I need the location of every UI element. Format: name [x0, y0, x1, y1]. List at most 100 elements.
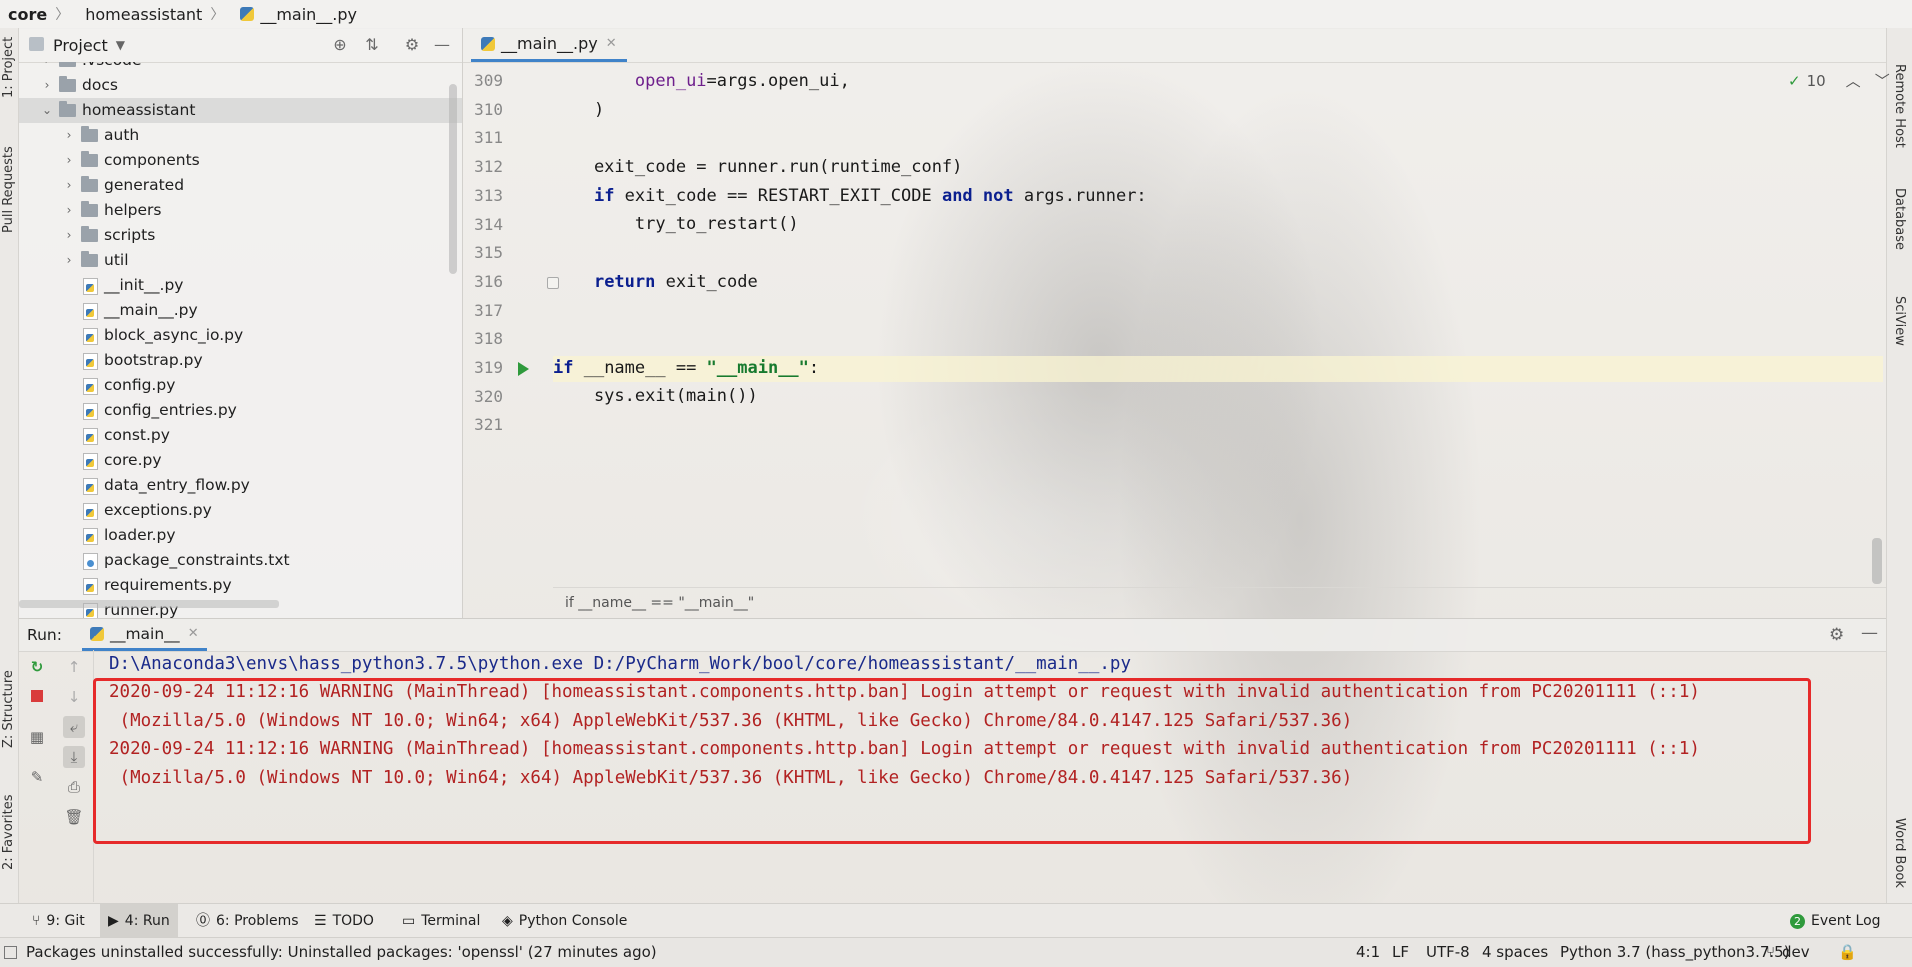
tree-item[interactable]: › helpers [19, 198, 462, 223]
tree-item-label: scripts [104, 226, 156, 244]
database-tool-button[interactable]: Database [1892, 188, 1907, 250]
pull-requests-tool-button[interactable]: Pull Requests [1, 146, 16, 233]
project-tree-scrollbar[interactable] [449, 84, 457, 274]
problems-tool-button[interactable]: ⓪ 6: Problems [188, 904, 307, 938]
run-gutter-icon[interactable] [518, 362, 529, 376]
tree-item[interactable]: exceptions.py [19, 498, 462, 523]
project-view-selector[interactable]: Project [53, 36, 108, 55]
run-tool-button[interactable]: ▶ 4: Run [100, 904, 178, 938]
inspections-widget[interactable]: ✓ 10 ︿ ﹀ [1788, 70, 1890, 91]
tree-item[interactable]: › generated [19, 173, 462, 198]
tree-item[interactable]: ⌄ homeassistant [19, 98, 462, 123]
python-interpreter[interactable]: Python 3.7 (hass_python3.7.5) [1560, 938, 1790, 966]
editor-tab-main-py[interactable]: __main__.py ✕ [471, 28, 627, 62]
chevron-right-icon[interactable]: › [63, 223, 75, 248]
breadcrumb-file[interactable]: __main__.py [240, 5, 357, 24]
tree-item[interactable]: __init__.py [19, 273, 462, 298]
lock-icon[interactable]: 🔒 [1838, 938, 1857, 966]
word-book-tool-button[interactable]: Word Book [1892, 818, 1907, 888]
chevron-down-icon[interactable]: ⌄ [41, 98, 53, 123]
chevron-down-icon[interactable]: ﹀ [1875, 70, 1890, 91]
gear-icon[interactable]: ⚙ [403, 36, 421, 54]
right-tool-stripe: Remote Host Database SciView Word Book [1886, 28, 1912, 904]
chevron-right-icon[interactable]: › [63, 173, 75, 198]
chevron-right-icon[interactable]: › [63, 148, 75, 173]
favorites-tool-button[interactable]: 2: Favorites [1, 794, 16, 870]
chevron-right-icon[interactable]: › [63, 123, 75, 148]
project-tool-button[interactable]: 1: Project [1, 37, 16, 98]
tree-item-label: block_async_io.py [104, 326, 244, 344]
line-separator[interactable]: LF [1392, 938, 1409, 966]
breadcrumb-folder[interactable]: homeassistant [85, 5, 202, 24]
tree-item-label: loader.py [104, 526, 176, 544]
gear-icon[interactable]: ⚙ [1829, 625, 1844, 645]
soft-wrap-icon[interactable]: ⤶ [63, 716, 85, 738]
down-arrow-icon[interactable]: ↓ [63, 686, 85, 708]
file-encoding[interactable]: UTF-8 [1426, 938, 1470, 966]
project-tree-horizontal-scrollbar[interactable] [19, 600, 279, 608]
collapse-all-icon[interactable]: ⇅ [363, 36, 381, 54]
tree-item[interactable]: bootstrap.py [19, 348, 462, 373]
rerun-icon[interactable]: ↻ [26, 656, 48, 678]
editor-breadcrumb[interactable]: if __name__ == "__main__" [553, 587, 1886, 617]
terminal-tool-button[interactable]: ▭ Terminal [394, 904, 488, 938]
chevron-right-icon[interactable]: › [41, 62, 53, 73]
folder-icon [81, 151, 98, 167]
hide-panel-icon[interactable]: — [1861, 623, 1878, 643]
chevron-right-icon[interactable]: › [41, 73, 53, 98]
tree-item[interactable]: block_async_io.py [19, 323, 462, 348]
chevron-down-icon[interactable]: ▼ [116, 38, 125, 52]
python-file-icon [83, 503, 98, 520]
git-tool-button[interactable]: ⑂ 9: Git [24, 904, 93, 938]
left-tool-stripe: 1: Project Pull Requests Z: Structure 2:… [0, 28, 19, 904]
run-tab-main[interactable]: __main__ ✕ [81, 619, 207, 651]
tree-item[interactable]: › scripts [19, 223, 462, 248]
tree-item[interactable]: data_entry_flow.py [19, 473, 462, 498]
scroll-to-end-icon[interactable]: ⤓ [63, 746, 85, 768]
python-file-icon [89, 626, 104, 641]
structure-tool-button[interactable]: Z: Structure [1, 670, 16, 748]
todo-tool-button[interactable]: ☰ TODO [306, 904, 382, 938]
python-console-tool-button[interactable]: ◈ Python Console [494, 904, 635, 938]
editor-scrollbar[interactable] [1872, 538, 1882, 584]
tree-item[interactable]: config_entries.py [19, 398, 462, 423]
chevron-up-icon[interactable]: ︿ [1846, 70, 1861, 91]
tree-item[interactable]: › auth [19, 123, 462, 148]
tree-item[interactable]: core.py [19, 448, 462, 473]
trash-icon[interactable]: 🗑 [63, 806, 85, 828]
locate-file-icon[interactable]: ⊕ [331, 36, 349, 54]
sciview-tool-button[interactable]: SciView [1892, 296, 1907, 346]
close-icon[interactable]: ✕ [188, 626, 199, 641]
tree-item[interactable]: › .vscode [19, 62, 462, 73]
tree-item[interactable]: › docs [19, 73, 462, 98]
close-icon[interactable]: ✕ [606, 36, 617, 51]
status-message[interactable]: Packages uninstalled successfully: Unins… [26, 938, 657, 966]
tree-item[interactable]: loader.py [19, 523, 462, 548]
hide-panel-icon[interactable]: — [433, 36, 451, 54]
tree-item[interactable]: config.py [19, 373, 462, 398]
tree-item[interactable]: __main__.py [19, 298, 462, 323]
remote-host-tool-button[interactable]: Remote Host [1892, 64, 1907, 148]
line-number: 315 [474, 243, 503, 263]
indent-setting[interactable]: 4 spaces [1482, 938, 1548, 966]
git-branch[interactable]: dev [1782, 938, 1810, 966]
event-log-tool-button[interactable]: 2 Event Log [1782, 904, 1889, 938]
print-icon[interactable]: ⎙ [63, 776, 85, 798]
chevron-right-icon[interactable]: › [63, 198, 75, 223]
tree-item[interactable]: › components [19, 148, 462, 173]
pin-icon[interactable]: ✎ [26, 766, 48, 788]
tree-item[interactable]: › util [19, 248, 462, 273]
caret-position[interactable]: 4:1 [1356, 938, 1380, 966]
up-arrow-icon[interactable]: ↑ [63, 656, 85, 678]
tree-item[interactable]: requirements.py [19, 573, 462, 598]
toggle-tool-windows-icon[interactable] [4, 946, 17, 959]
tree-item[interactable]: const.py [19, 423, 462, 448]
folder-icon [59, 101, 76, 117]
layout-icon[interactable]: ▦ [26, 726, 48, 748]
chevron-right-icon[interactable]: › [63, 248, 75, 273]
tree-item[interactable]: package_constraints.txt [19, 548, 462, 573]
code-editor[interactable]: open_ui=args.open_ui, ) exit_code = runn… [553, 62, 1876, 586]
stop-icon[interactable] [26, 686, 48, 708]
breadcrumb-root[interactable]: core [8, 5, 47, 24]
python-file-icon [83, 278, 98, 295]
